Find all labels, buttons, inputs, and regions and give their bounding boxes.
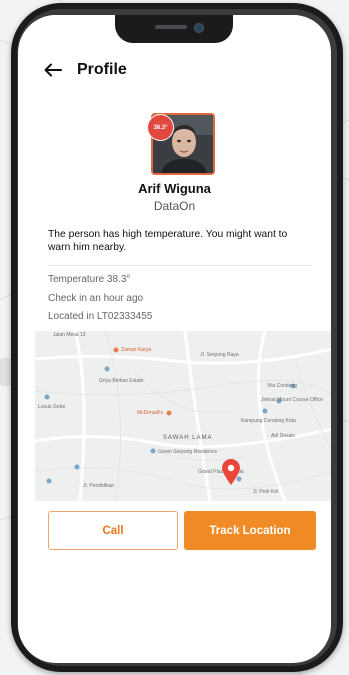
person-company: DataOn <box>153 199 196 213</box>
temperature-badge: 38.3° <box>147 114 174 141</box>
back-button[interactable] <box>40 57 66 83</box>
page-title: Profile <box>77 61 127 78</box>
check-in-detail: Check in an hour ago <box>48 293 144 304</box>
map-label: McDonald's <box>137 410 163 416</box>
arrow-left-icon <box>44 63 62 77</box>
map-label: Lunuk Gede <box>38 404 66 410</box>
map-label: Jl. Petir Kel <box>253 489 279 495</box>
map-label: Jalan Mesa 13 <box>53 332 86 338</box>
phone-screen: Profile 38.3° Arif Wiguna DataOn The per… <box>18 15 331 663</box>
map-label: Griya Berlian Estate <box>99 378 144 384</box>
map-label: Green Serpong Residence <box>158 449 218 455</box>
location-pin-icon <box>222 459 240 485</box>
call-button[interactable]: Call <box>48 511 178 550</box>
speaker-grille <box>155 25 187 29</box>
app-header: Profile <box>18 51 331 91</box>
map-label: JI. Serpong Raya <box>200 352 239 358</box>
map-roads <box>35 331 331 501</box>
temperature-detail: Temperature 38.3° <box>48 274 131 285</box>
front-camera <box>194 23 204 33</box>
map-area-label: SAWAH LAMA <box>163 435 213 441</box>
location-map[interactable]: Jalan Mesa 13 Zaman Karya Griya Berlian … <box>35 331 331 501</box>
phone-notch <box>115 15 233 43</box>
divider <box>48 265 312 266</box>
map-label: Kampung Condong Kota <box>241 418 296 424</box>
map-label: Aril Desain <box>271 433 296 439</box>
map-label: Jl. Pendidikan <box>83 483 115 489</box>
map-label: Jinkrat Mount Course Office <box>261 397 323 403</box>
map-label: Vila Condeng <box>267 383 297 389</box>
location-detail: Located in LT02333455 <box>48 311 153 322</box>
track-location-button[interactable]: Track Location <box>184 511 316 550</box>
person-name: Arif Wiguna <box>138 181 211 196</box>
temperature-warning: The person has high temperature. You mig… <box>48 229 288 253</box>
map-label: Zaman Karya <box>121 347 152 353</box>
